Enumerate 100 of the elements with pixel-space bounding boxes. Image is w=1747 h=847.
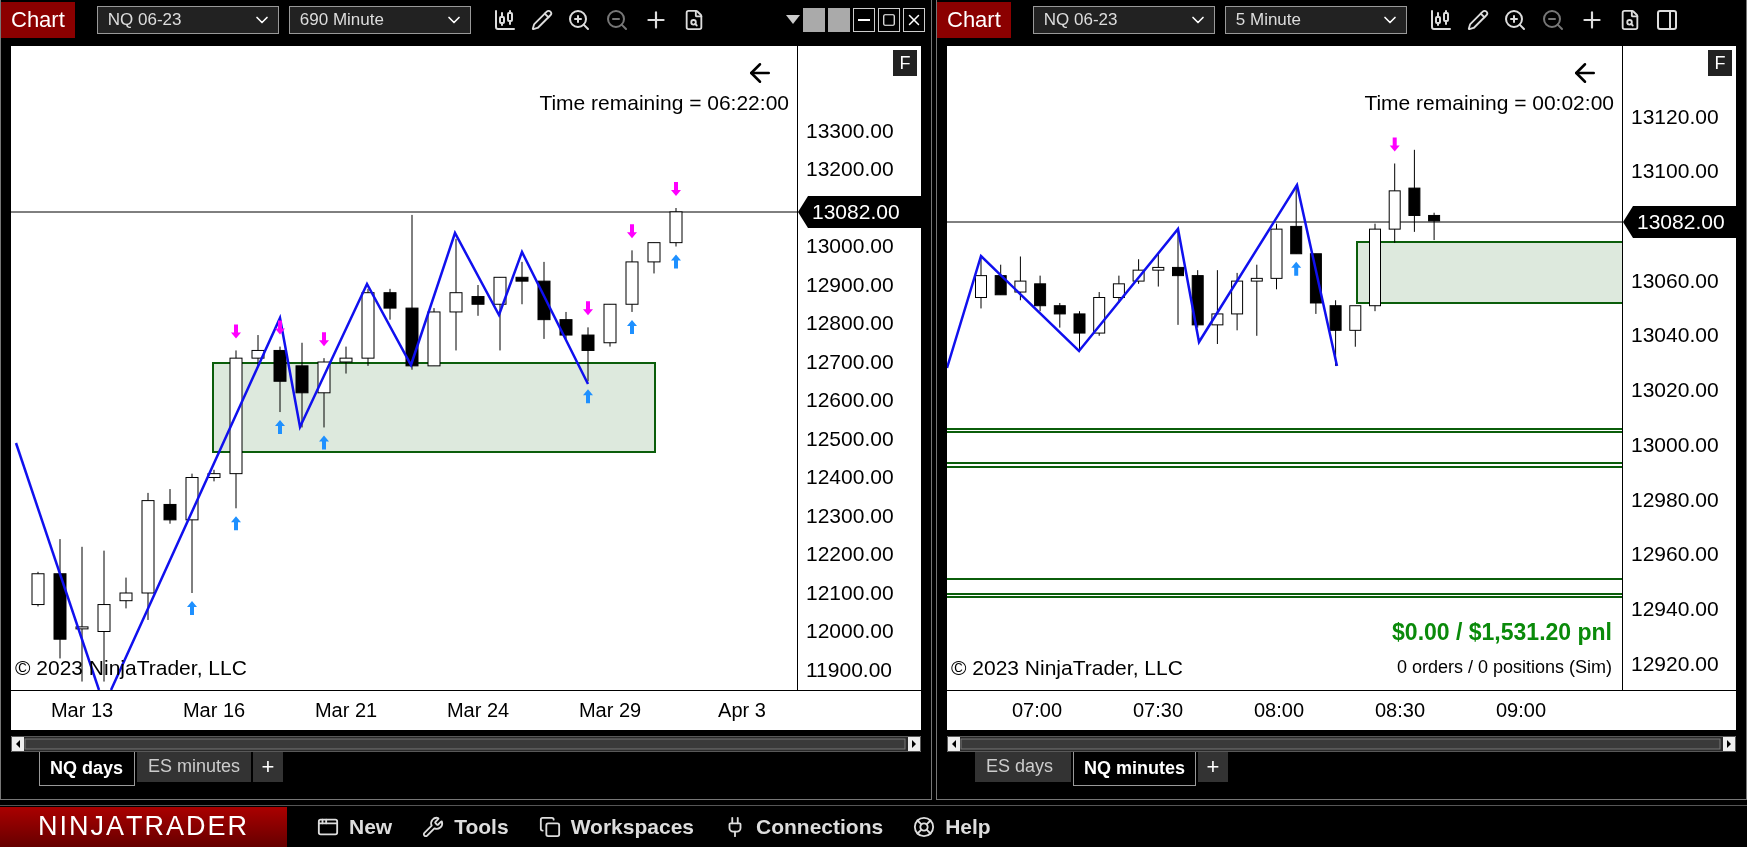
zoom-in-icon[interactable] [566,8,591,32]
arrow-up-icon [671,254,681,269]
price-axis-label: 12100.00 [805,579,894,606]
date-axis-label: 08:30 [1373,699,1427,722]
interval-dropdown[interactable]: 5 Minute [1224,6,1407,34]
price-axis-label: 13060.00 [1630,267,1719,294]
arrow-down-icon [1389,137,1400,152]
date-axis-label: 08:00 [1252,699,1306,722]
taskbar-menu-item[interactable]: Connections [724,814,884,839]
tile-button[interactable] [803,8,825,32]
candlestick [669,207,683,247]
date-axis-label: 07:00 [1010,699,1064,722]
maximize-button[interactable] [878,8,900,32]
candlestick [1428,212,1441,241]
price-axis-label: 12400.00 [805,464,894,491]
tile-button[interactable] [828,8,850,32]
candlestick [427,307,441,367]
arrow-down-icon [627,224,637,239]
zoom-out-icon[interactable] [1540,8,1565,32]
candlestick [1014,256,1027,301]
maximize-icon [882,13,896,27]
price-axis-label: 12800.00 [805,310,894,337]
candlestick [1329,299,1342,367]
flag-button[interactable]: F [1708,50,1732,76]
arrow-down-icon [671,182,681,196]
add-tab-button[interactable]: + [253,752,284,782]
scrollbar-drawing[interactable] [11,736,921,752]
date-axis-label: 07:30 [1131,699,1185,722]
date-axis-label: Apr 3 [717,699,767,722]
price-axis-label: 13100.00 [1630,158,1719,185]
date-axis-label: Mar 29 [577,699,643,722]
window-title: Chart [937,2,1011,38]
caret-down-icon[interactable] [786,15,800,25]
price-axis-label: 11900.00 [805,656,893,683]
price-axis-label: 12600.00 [805,387,894,414]
arrow-down-icon [275,320,285,335]
candlestick [119,577,133,609]
candlestick [603,303,617,348]
arrow-down-icon [583,301,593,316]
instrument-dropdown[interactable]: NQ 06-23 [1032,6,1215,34]
price-axis-label: 12500.00 [805,425,894,452]
time-remaining-text: Time remaining = 00:02:00 [1364,91,1614,115]
minimize-button[interactable] [853,8,875,32]
taskbar-menu-item[interactable]: New [317,814,393,839]
candlestick [471,284,485,317]
pencil-icon[interactable] [1466,9,1489,31]
candlestick [1191,269,1204,329]
time-remaining-text: Time remaining = 06:22:00 [539,91,789,115]
candlestick [647,242,661,274]
arrow-up-icon [187,601,197,615]
candlestick [251,334,265,367]
price-axis-label: 13020.00 [1630,377,1719,404]
interval-dropdown[interactable]: 690 Minute [288,6,471,34]
tools-icon [422,815,445,838]
taskbar-menu-item[interactable]: Help [913,814,991,839]
arrow-up-icon [319,435,329,450]
candlestick [339,346,353,375]
panel-icon[interactable] [1654,8,1679,32]
price-axis-label: 12980.00 [1630,486,1719,513]
candlestick [994,264,1007,296]
price-axis-label: 12940.00 [1630,595,1719,622]
candlestick [1034,275,1047,312]
price-axis-label: 13000.00 [1630,431,1719,458]
chart-tab[interactable]: NQ minutes [1073,752,1196,786]
date-axis-label: 09:00 [1494,699,1548,722]
candlestick-icon[interactable] [1428,8,1453,32]
pencil-icon[interactable] [530,9,553,31]
candlestick [1231,272,1244,331]
arrow-up-icon [583,389,593,404]
candlestick-icon[interactable] [492,8,517,32]
last-price-tag: 13082.00 [798,196,921,228]
taskbar-menu-item[interactable]: Workspaces [538,814,694,839]
chart-tab[interactable]: ES minutes [137,752,252,782]
candlestick [383,288,397,321]
minimize-icon [858,19,870,21]
zoom-in-icon[interactable] [1502,8,1527,32]
price-axis-label: 12200.00 [805,541,894,568]
price-axis-label: 12960.00 [1630,541,1719,568]
date-axis-label: Mar 16 [181,699,247,722]
taskbar-menu-item[interactable]: Tools [422,814,509,839]
chart-tab[interactable]: NQ days [39,752,135,786]
candlestick [1152,253,1165,288]
logo: NINJATRADER [0,806,287,847]
chart-tab[interactable]: ES days [975,752,1071,782]
close-button[interactable] [903,8,925,32]
scrollbar-drawing[interactable] [947,736,1736,752]
last-price-tag: 13082.00 [1623,206,1736,238]
price-axis-label: 12000.00 [805,618,894,645]
instrument-dropdown[interactable]: NQ 06-23 [96,6,279,34]
candlestick [207,469,221,482]
add-tab-button[interactable]: + [1198,752,1228,782]
arrow-down-icon [319,332,329,347]
zoom-out-icon[interactable] [604,8,629,32]
candlestick [1270,223,1283,290]
candlestick [1132,258,1145,285]
price-axis-label: 13040.00 [1630,322,1719,349]
help-icon [913,815,936,838]
candlestick [31,571,45,607]
price-axis-label: 13200.00 [805,156,894,183]
flag-button[interactable]: F [893,50,917,76]
